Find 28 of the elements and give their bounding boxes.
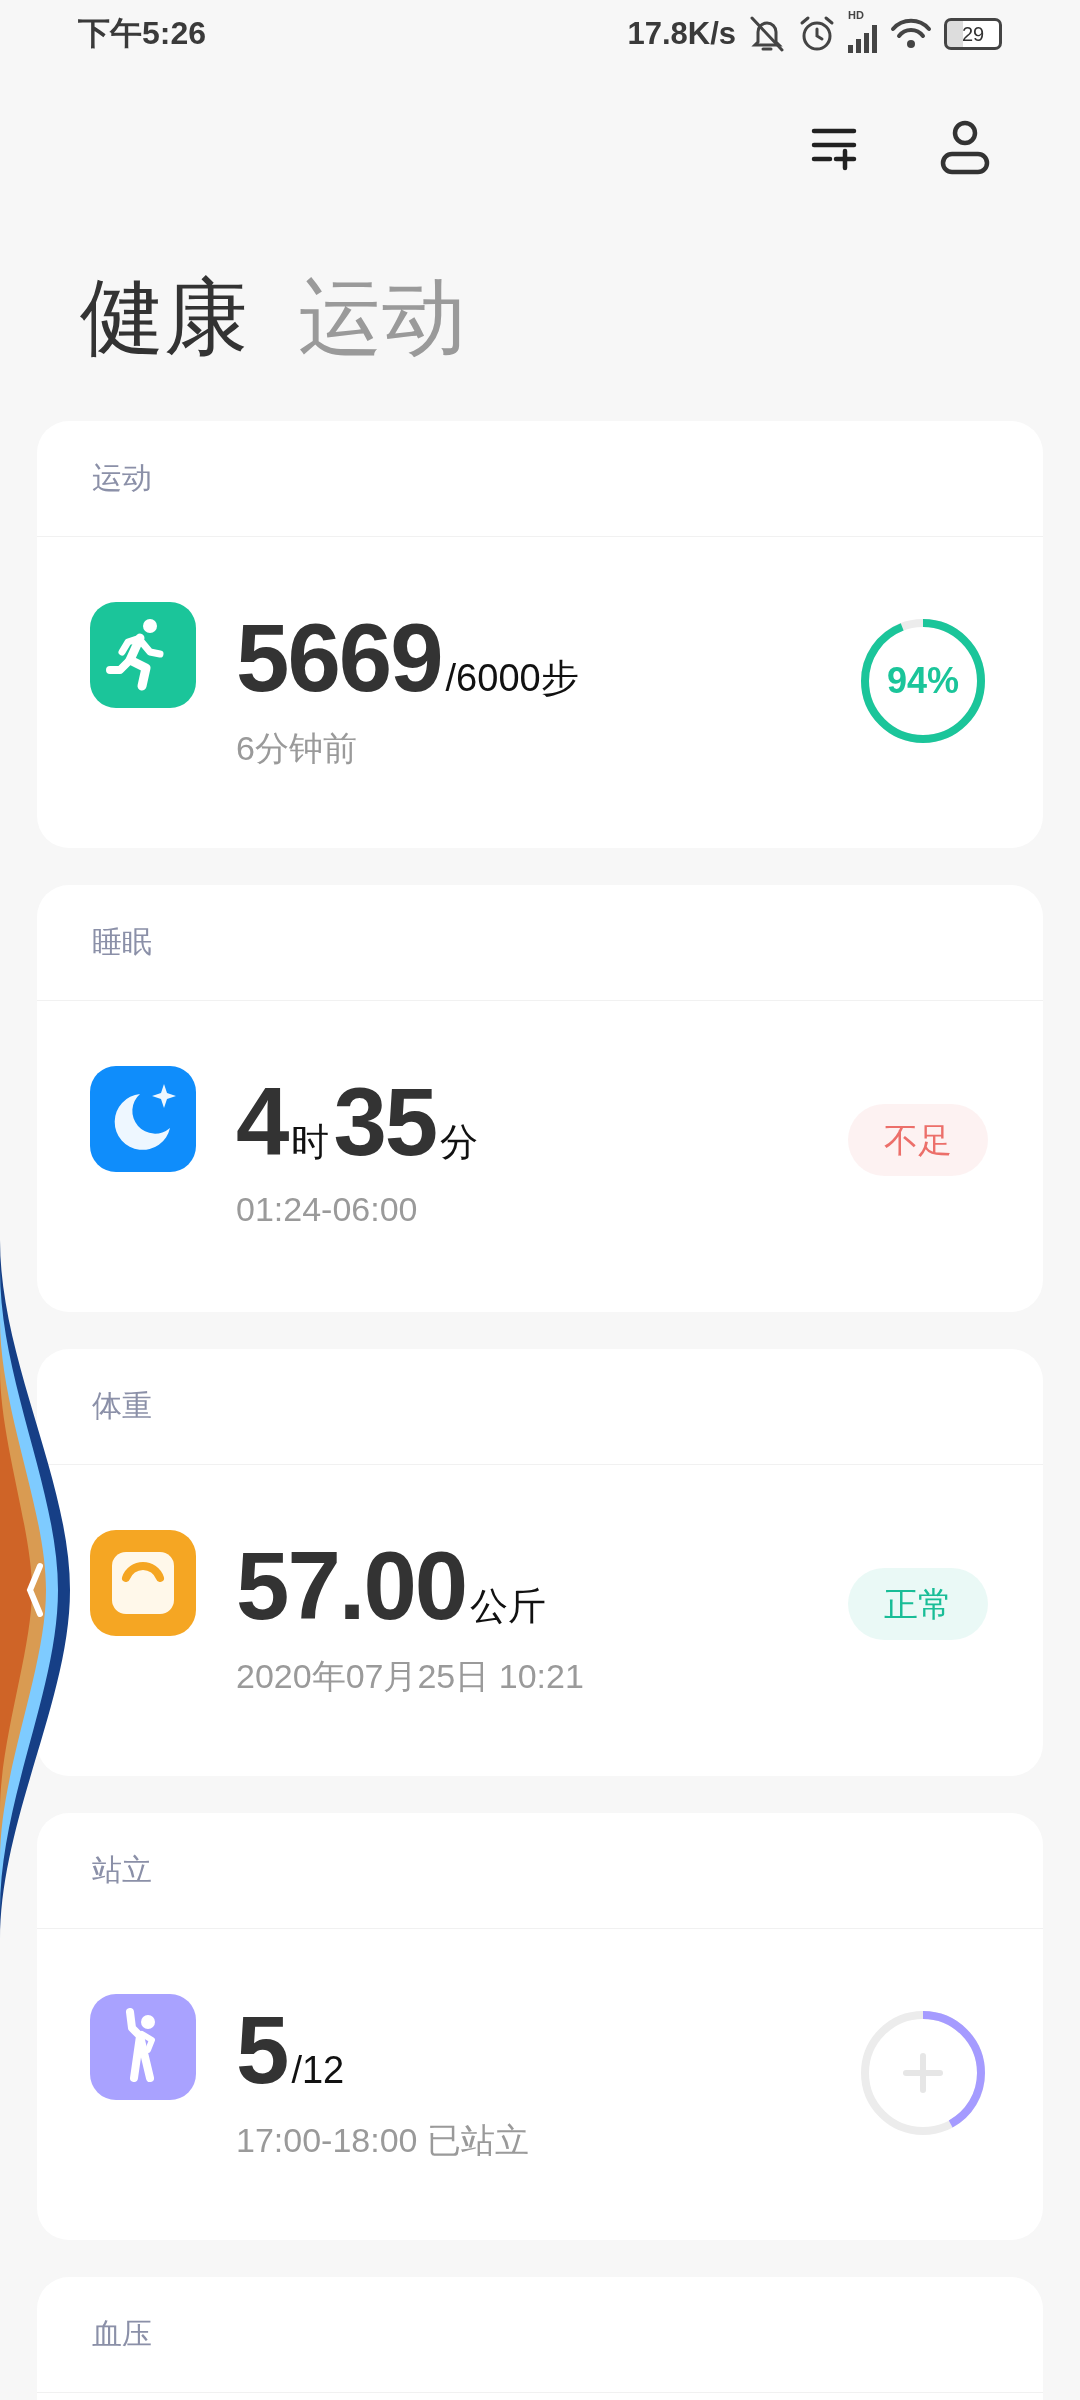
card-title: 血压	[92, 2316, 152, 2352]
battery-level: 29	[944, 18, 1002, 50]
reading-value: 4时35分	[236, 1074, 480, 1170]
status-badge: 不足	[848, 1104, 988, 1176]
card-title: 站立	[92, 1852, 152, 1888]
reading-time: 6分钟前	[236, 728, 358, 769]
profile-icon[interactable]	[940, 120, 990, 176]
progress-percent: 94%	[885, 660, 961, 702]
signal-icon	[848, 23, 878, 53]
reading-value: 57.00公斤	[236, 1538, 548, 1634]
tab[interactable]: 健康	[80, 275, 248, 359]
network-type-label: HD	[848, 9, 864, 21]
network-speed: 17.8K/s	[627, 16, 736, 52]
reading-time: 01:24-06:00	[236, 1190, 419, 1229]
standing-person-icon	[90, 1994, 196, 2100]
card-title: 体重	[92, 1388, 152, 1424]
running-person-icon	[90, 602, 196, 708]
card-title: 运动	[92, 460, 152, 496]
reading-time: 2020年07月25日 10:21	[236, 1656, 584, 1697]
reading-value: 5/12	[236, 2002, 346, 2098]
scale-icon	[90, 1530, 196, 1636]
status-badge: 正常	[848, 1568, 988, 1640]
reading-time: 17:00-18:00 已站立	[236, 2120, 529, 2161]
status-time: 下午5:26	[78, 14, 207, 53]
card-title: 睡眠	[92, 924, 152, 960]
reading-value: 5669/6000步	[236, 610, 580, 706]
mute-icon	[748, 14, 786, 54]
moon-icon	[90, 1066, 196, 1172]
